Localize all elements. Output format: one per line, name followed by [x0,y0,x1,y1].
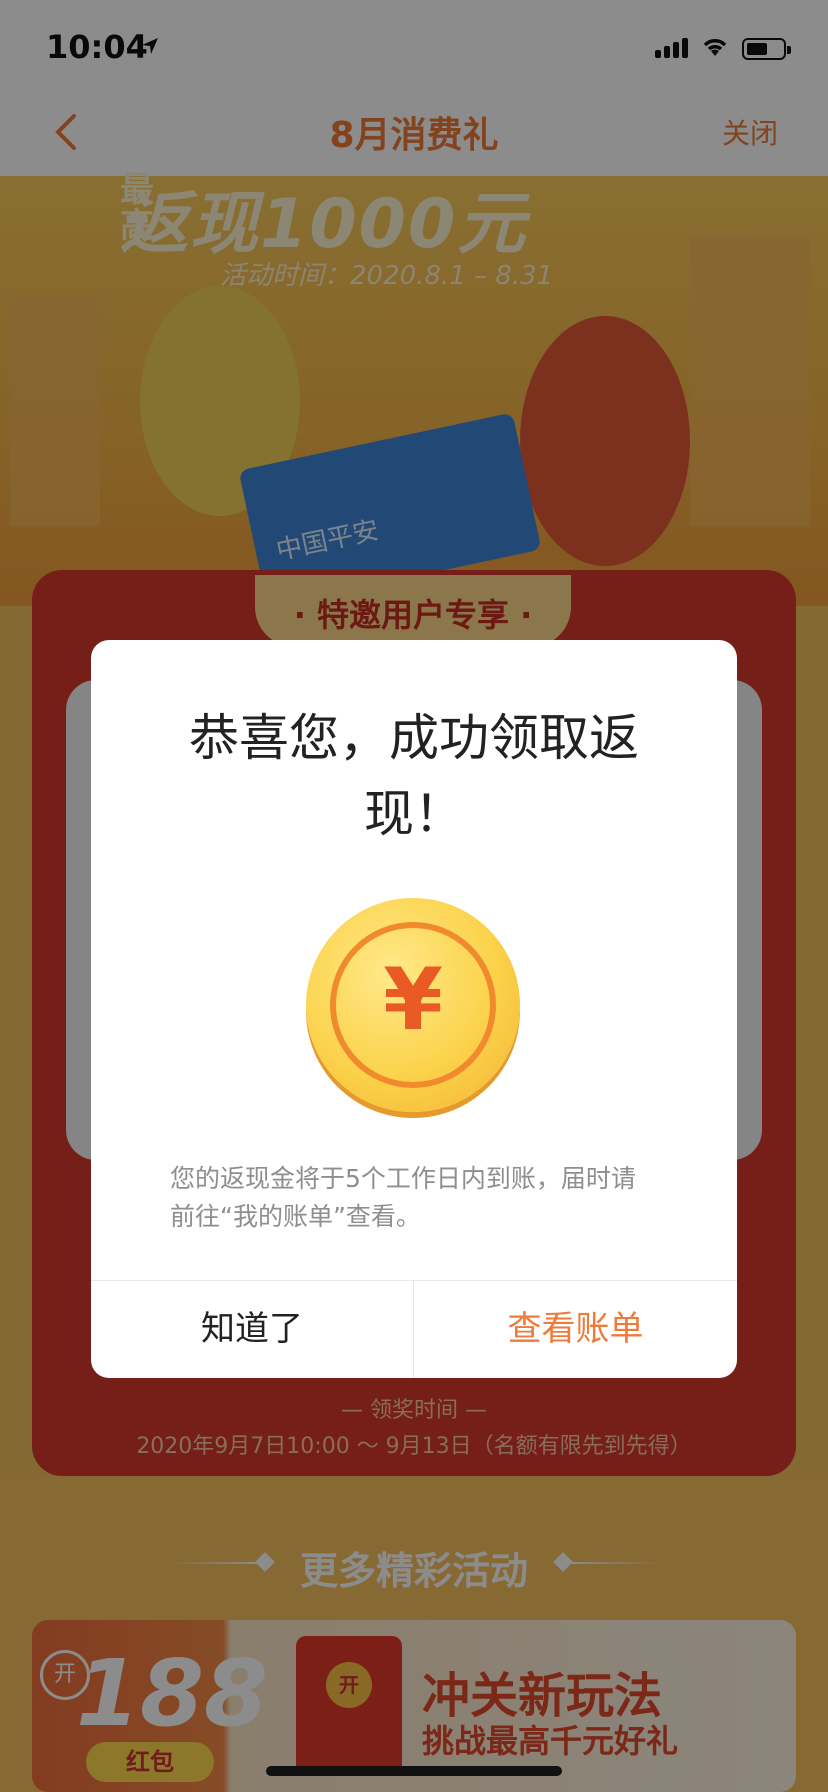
home-indicator[interactable] [266,1766,562,1776]
dialog-title: 恭喜您，成功领取返现！ [189,709,639,843]
yuan-symbol: ¥ [383,950,443,1050]
dialog-description: 您的返现金将于5个工作日内到账，届时请前往“我的账单”查看。 [170,1164,636,1231]
view-bill-button[interactable]: 查看账单 [414,1281,737,1378]
got-it-button[interactable]: 知道了 [91,1281,413,1378]
